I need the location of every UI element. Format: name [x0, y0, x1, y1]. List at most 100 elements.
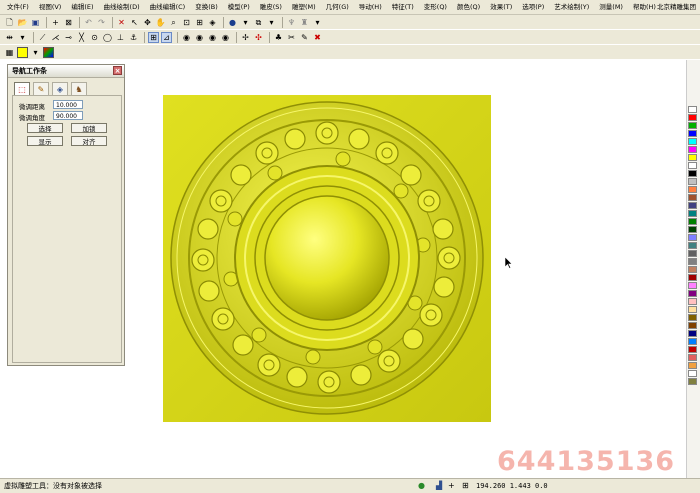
color-swatch[interactable]: [688, 178, 697, 185]
color-swatch[interactable]: [688, 282, 697, 289]
eye-sculpt-icon[interactable]: ◉: [181, 32, 192, 43]
crosshair-icon[interactable]: +: [50, 17, 61, 28]
menu-options[interactable]: 选项(P): [515, 0, 547, 14]
color-swatch[interactable]: [688, 354, 697, 361]
fine-distance-input[interactable]: 10.000: [53, 100, 83, 109]
menu-edit[interactable]: 编辑(E): [64, 0, 96, 14]
color-swatch[interactable]: [688, 370, 697, 377]
dropdown-arrow-icon[interactable]: ▾: [312, 17, 323, 28]
pan-icon[interactable]: ✋: [155, 17, 166, 28]
menu-measure[interactable]: 测量(M): [592, 0, 626, 14]
lock-button[interactable]: 加锁: [71, 123, 107, 133]
status-grid-icon[interactable]: ⊞: [462, 482, 470, 490]
color-swatch[interactable]: [688, 362, 697, 369]
color-swatch[interactable]: [688, 274, 697, 281]
view-3d-icon[interactable]: ◈: [207, 17, 218, 28]
cancel-icon[interactable]: ✖: [312, 32, 323, 43]
color-swatch[interactable]: [688, 210, 697, 217]
color-swatch[interactable]: [688, 306, 697, 313]
menu-view[interactable]: 视图(V): [32, 0, 65, 14]
menu-file[interactable]: 文件(F): [0, 0, 32, 14]
dropdown-arrow-icon[interactable]: ▾: [30, 47, 41, 58]
dropdown-arrow-icon[interactable]: ▾: [240, 17, 251, 28]
tool-path-icon[interactable]: ♣: [273, 32, 284, 43]
trim-icon[interactable]: ✂: [286, 32, 297, 43]
zoom-fit-icon[interactable]: ⊡: [181, 17, 192, 28]
panel-title-bar[interactable]: 导航工作条 ×: [8, 65, 124, 78]
node-edit-icon[interactable]: ✢: [240, 32, 251, 43]
menu-help[interactable]: 帮助(H): [626, 0, 659, 14]
move-icon[interactable]: ✥: [142, 17, 153, 28]
color-swatch[interactable]: [688, 146, 697, 153]
status-globe-icon[interactable]: ●: [418, 482, 426, 490]
save-icon[interactable]: ▣: [30, 17, 41, 28]
undo-icon[interactable]: ↶: [83, 17, 94, 28]
menu-geometry[interactable]: 几何(G): [319, 0, 352, 14]
color-swatch[interactable]: [688, 314, 697, 321]
color-swatch[interactable]: [688, 250, 697, 257]
ortho-toggle-icon[interactable]: ⊿: [161, 31, 172, 43]
color-swatch[interactable]: [688, 138, 697, 145]
color-swatch[interactable]: [688, 226, 697, 233]
color-swatch[interactable]: [688, 338, 697, 345]
layer-icon[interactable]: ▦: [4, 47, 15, 58]
view-cube-icon[interactable]: ⧉: [253, 17, 264, 28]
fine-angle-input[interactable]: 90.000: [53, 111, 83, 120]
color-palette-icon[interactable]: [43, 46, 54, 58]
color-swatch-icon[interactable]: [17, 46, 28, 58]
delete-icon[interactable]: ✕: [116, 17, 127, 28]
open-file-icon[interactable]: 📂: [17, 17, 28, 28]
color-swatch[interactable]: [688, 330, 697, 337]
color-swatch[interactable]: [688, 258, 697, 265]
color-swatch[interactable]: [688, 322, 697, 329]
tangent-icon[interactable]: ⊸: [63, 32, 74, 43]
new-file-icon[interactable]: 🗋: [4, 17, 15, 28]
menu-deform[interactable]: 变形(Q): [417, 0, 450, 14]
color-swatch[interactable]: [688, 186, 697, 193]
grid-toggle-icon[interactable]: ⊞: [148, 31, 159, 43]
menu-curve-edit[interactable]: 曲线编辑(C): [143, 0, 189, 14]
color-swatch[interactable]: [688, 218, 697, 225]
color-swatch[interactable]: [688, 162, 697, 169]
color-swatch[interactable]: [688, 154, 697, 161]
menu-feature[interactable]: 特征(T): [385, 0, 417, 14]
sphere-icon[interactable]: ●: [227, 17, 238, 28]
color-swatch[interactable]: [688, 266, 697, 273]
eye-sculpt4-icon[interactable]: ◉: [220, 32, 231, 43]
circle-center-icon[interactable]: ⊙: [89, 32, 100, 43]
close-icon[interactable]: ×: [113, 66, 122, 75]
select-button[interactable]: 选择: [27, 123, 63, 133]
menu-art-draw[interactable]: 艺术绘制(Y): [547, 0, 592, 14]
color-swatch[interactable]: [688, 114, 697, 121]
anchor-icon[interactable]: ⚓: [128, 32, 139, 43]
relief-carving-model[interactable]: [163, 95, 491, 422]
color-swatch[interactable]: [688, 378, 697, 385]
redo-icon[interactable]: ↷: [96, 17, 107, 28]
cup-icon[interactable]: ♆: [286, 17, 297, 28]
perpendicular-icon[interactable]: ⊥: [115, 32, 126, 43]
color-swatch[interactable]: [688, 130, 697, 137]
menu-sculpt[interactable]: 雕塑(M): [285, 0, 319, 14]
polyline-icon[interactable]: ⋌: [50, 32, 61, 43]
color-swatch[interactable]: [688, 234, 697, 241]
color-swatch[interactable]: [688, 346, 697, 353]
snap-toggle-icon[interactable]: ⇹: [4, 32, 15, 43]
line-icon[interactable]: ⟋: [37, 32, 48, 43]
menu-transform[interactable]: 变换(B): [188, 0, 221, 14]
show-button[interactable]: 显示: [27, 136, 63, 146]
menu-model[interactable]: 模型(P): [221, 0, 253, 14]
color-swatch[interactable]: [688, 194, 697, 201]
cross-icon[interactable]: ╳: [76, 32, 87, 43]
bucket-icon[interactable]: ♜: [299, 17, 310, 28]
dropdown-arrow-icon[interactable]: ▾: [17, 32, 28, 43]
menu-skin[interactable]: 雕皮(S): [253, 0, 285, 14]
pen-icon[interactable]: ✎: [299, 32, 310, 43]
menu-effect[interactable]: 效果(T): [483, 0, 515, 14]
node-delete-icon[interactable]: ✣: [253, 32, 264, 43]
zoom-window-icon[interactable]: ⊞: [194, 17, 205, 28]
color-swatch[interactable]: [688, 122, 697, 129]
eye-sculpt2-icon[interactable]: ◉: [194, 32, 205, 43]
align-button[interactable]: 对齐: [71, 136, 107, 146]
color-swatch[interactable]: [688, 298, 697, 305]
pointer-icon[interactable]: ↖: [129, 17, 140, 28]
